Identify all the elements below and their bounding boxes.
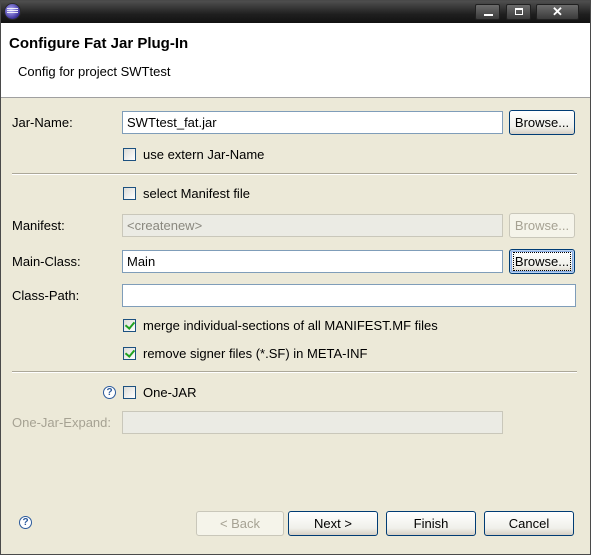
jar-name-input[interactable]: SWTtest_fat.jar bbox=[122, 111, 503, 134]
maximize-icon bbox=[515, 8, 523, 15]
next-button[interactable]: Next > bbox=[288, 511, 378, 536]
manifest-browse-button[interactable]: Browse... bbox=[509, 213, 575, 238]
one-jar-label: One-JAR bbox=[143, 385, 197, 400]
help-icon[interactable]: ? bbox=[19, 516, 32, 529]
minimize-button[interactable] bbox=[475, 4, 500, 20]
page-subtitle: Config for project SWTtest bbox=[18, 64, 171, 79]
maximize-button[interactable] bbox=[506, 4, 531, 20]
cancel-button[interactable]: Cancel bbox=[484, 511, 574, 536]
manifest-label: Manifest: bbox=[12, 218, 65, 233]
wizard-body: Jar-Name: SWTtest_fat.jar Browse... use … bbox=[1, 98, 590, 554]
jar-name-browse-button[interactable]: Browse... bbox=[509, 110, 575, 135]
page-title: Configure Fat Jar Plug-In bbox=[9, 35, 189, 52]
close-icon: ✕ bbox=[552, 4, 563, 19]
wizard-header: Configure Fat Jar Plug-In Config for pro… bbox=[1, 23, 590, 98]
use-extern-label: use extern Jar-Name bbox=[143, 147, 265, 162]
select-manifest-checkbox[interactable] bbox=[123, 187, 136, 200]
close-button[interactable]: ✕ bbox=[536, 4, 579, 20]
separator bbox=[12, 371, 577, 373]
one-jar-expand-label: One-Jar-Expand: bbox=[12, 415, 111, 430]
main-class-input[interactable]: Main bbox=[122, 250, 503, 273]
one-jar-checkbox[interactable] bbox=[123, 386, 136, 399]
remove-signer-label: remove signer files (*.SF) in META-INF bbox=[143, 346, 368, 361]
manifest-input[interactable]: <createnew> bbox=[122, 214, 503, 237]
use-extern-checkbox[interactable] bbox=[123, 148, 136, 161]
eclipse-icon bbox=[5, 4, 20, 19]
minimize-icon bbox=[484, 14, 493, 16]
main-class-browse-label: Browse... bbox=[512, 252, 572, 271]
title-bar[interactable]: ✕ bbox=[1, 1, 590, 23]
merge-sections-label: merge individual-sections of all MANIFES… bbox=[143, 318, 438, 333]
merge-sections-checkbox[interactable] bbox=[123, 319, 136, 332]
jar-name-label: Jar-Name: bbox=[12, 115, 73, 130]
one-jar-expand-input[interactable] bbox=[122, 411, 503, 434]
finish-button[interactable]: Finish bbox=[386, 511, 476, 536]
main-class-browse-button[interactable]: Browse... bbox=[509, 249, 575, 274]
one-jar-help-icon[interactable]: ? bbox=[103, 386, 116, 399]
class-path-input[interactable] bbox=[122, 284, 576, 307]
back-button[interactable]: < Back bbox=[196, 511, 284, 536]
dialog-window: ✕ Configure Fat Jar Plug-In Config for p… bbox=[0, 0, 591, 555]
separator bbox=[12, 173, 577, 175]
remove-signer-checkbox[interactable] bbox=[123, 347, 136, 360]
main-class-label: Main-Class: bbox=[12, 254, 81, 269]
select-manifest-label: select Manifest file bbox=[143, 186, 250, 201]
class-path-label: Class-Path: bbox=[12, 288, 80, 303]
